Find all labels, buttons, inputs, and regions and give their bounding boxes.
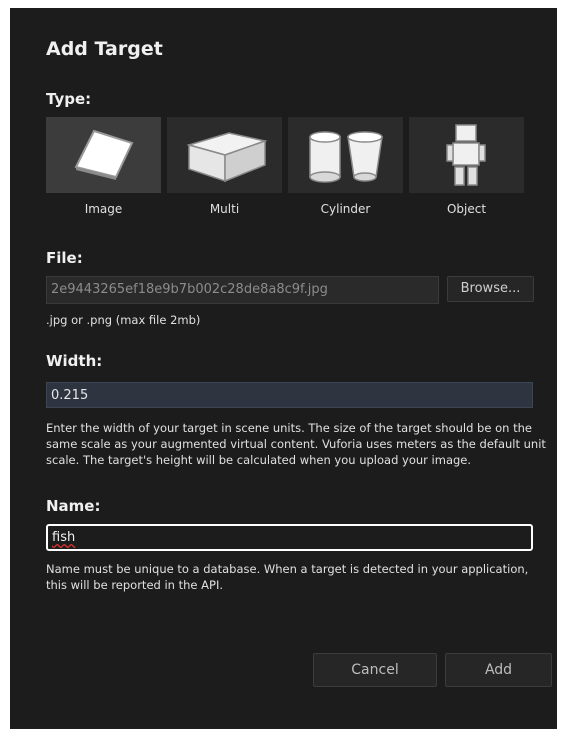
file-label: File:	[46, 249, 83, 267]
add-button[interactable]: Add	[445, 653, 552, 687]
name-hint: Name must be unique to a database. When …	[46, 562, 529, 592]
file-path-field[interactable]: 2e9443265ef18e9b7b002c28de8a8c9f.jpg	[46, 276, 439, 304]
name-input[interactable]: fish	[46, 524, 533, 551]
type-label-image: Image	[84, 202, 123, 216]
type-tile-cylinder[interactable]	[288, 117, 403, 193]
type-tile-image[interactable]	[46, 117, 161, 193]
type-label-object: Object	[446, 202, 487, 216]
name-input-value: fish	[52, 530, 76, 545]
type-label-cylinder: Cylinder	[320, 202, 371, 216]
add-target-dialog: Add Target Type: Image Multi Cylinder Ob…	[10, 8, 557, 729]
type-tile-object[interactable]	[409, 117, 524, 193]
type-label-multi: Multi	[209, 202, 240, 216]
cancel-button[interactable]: Cancel	[313, 653, 437, 687]
file-hint: .jpg or .png (max file 2mb)	[46, 313, 201, 327]
width-input[interactable]: 0.215	[46, 382, 533, 408]
multi-target-icon	[186, 132, 268, 183]
image-target-icon	[74, 129, 134, 180]
width-hint: Enter the width of your target in scene …	[46, 421, 546, 467]
type-tile-multi[interactable]	[167, 117, 282, 193]
object-target-icon	[446, 124, 486, 186]
browse-button[interactable]: Browse...	[447, 276, 534, 302]
dialog-title: Add Target	[46, 38, 163, 60]
name-label: Name:	[46, 497, 101, 515]
type-label: Type:	[46, 90, 92, 108]
cylinder-target-icon	[309, 131, 383, 183]
width-label: Width:	[46, 352, 103, 370]
